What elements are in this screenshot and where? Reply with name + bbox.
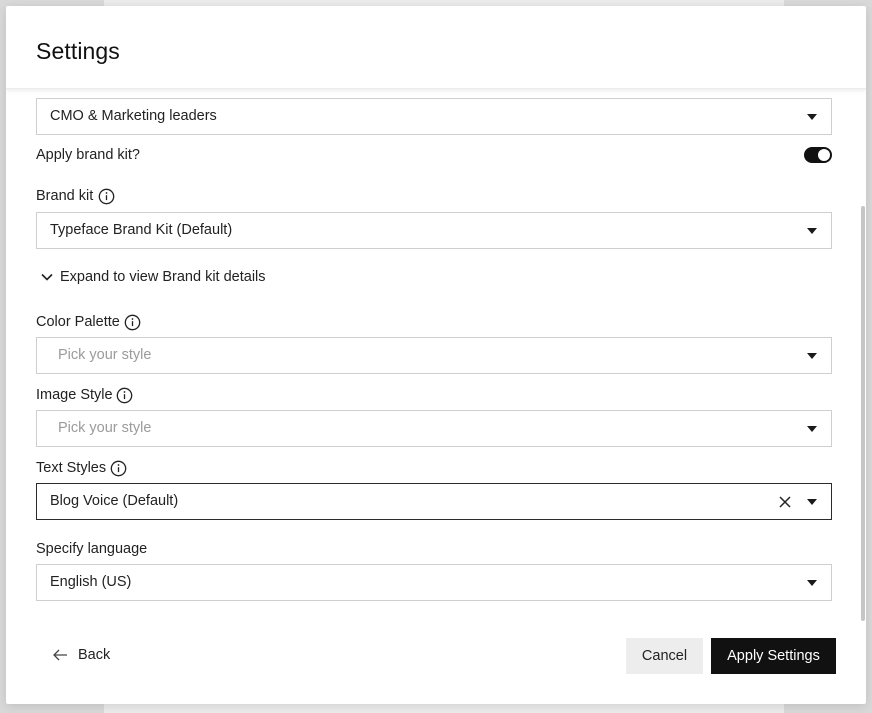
- apply-settings-button[interactable]: Apply Settings: [711, 638, 836, 674]
- chevron-down-icon: [807, 499, 817, 505]
- expand-brand-kit-label: Expand to view Brand kit details: [60, 269, 266, 285]
- brand-kit-select-value: Typeface Brand Kit (Default): [50, 222, 233, 238]
- arrow-left-icon: [53, 649, 67, 661]
- toggle-knob: [818, 149, 830, 161]
- chevron-down-icon: [41, 273, 53, 281]
- language-select[interactable]: English (US): [36, 564, 832, 601]
- image-style-label: Image Style: [36, 387, 113, 403]
- audience-select[interactable]: CMO & Marketing leaders: [36, 98, 832, 135]
- image-style-select[interactable]: Pick your style: [36, 410, 832, 447]
- expand-brand-kit-details[interactable]: Expand to view Brand kit details: [40, 268, 266, 286]
- color-palette-placeholder: Pick your style: [58, 347, 152, 363]
- apply-brand-kit-label: Apply brand kit?: [36, 147, 140, 163]
- brand-kit-label: Brand kit: [36, 188, 94, 204]
- apply-brand-kit-toggle[interactable]: [804, 147, 832, 163]
- settings-modal: Settings CMO & Marketing leaders Apply b…: [6, 6, 866, 704]
- chevron-down-icon: [807, 426, 817, 432]
- brand-kit-select[interactable]: Typeface Brand Kit (Default): [36, 212, 832, 249]
- color-palette-select[interactable]: Pick your style: [36, 337, 832, 374]
- info-icon[interactable]: [116, 387, 133, 404]
- scrollbar[interactable]: [861, 206, 865, 621]
- chevron-down-icon: [807, 228, 817, 234]
- audience-select-value: CMO & Marketing leaders: [50, 108, 217, 124]
- back-button[interactable]: Back: [52, 647, 110, 663]
- text-styles-select-value: Blog Voice (Default): [50, 493, 179, 509]
- text-styles-label: Text Styles: [36, 460, 107, 476]
- back-label: Back: [78, 647, 111, 663]
- text-styles-select[interactable]: Blog Voice (Default): [36, 483, 832, 520]
- image-style-placeholder: Pick your style: [58, 420, 152, 436]
- language-select-value: English (US): [50, 574, 132, 590]
- info-icon[interactable]: [124, 314, 141, 331]
- info-icon[interactable]: [110, 460, 127, 477]
- modal-title: Settings: [36, 38, 120, 64]
- color-palette-label: Color Palette: [36, 314, 120, 330]
- language-label: Specify language: [36, 541, 148, 557]
- chevron-down-icon: [807, 580, 817, 586]
- info-icon[interactable]: [98, 188, 115, 205]
- close-icon[interactable]: [777, 494, 793, 510]
- modal-header: Settings: [6, 6, 866, 89]
- cancel-button[interactable]: Cancel: [626, 638, 703, 674]
- chevron-down-icon: [807, 114, 817, 120]
- chevron-down-icon: [807, 353, 817, 359]
